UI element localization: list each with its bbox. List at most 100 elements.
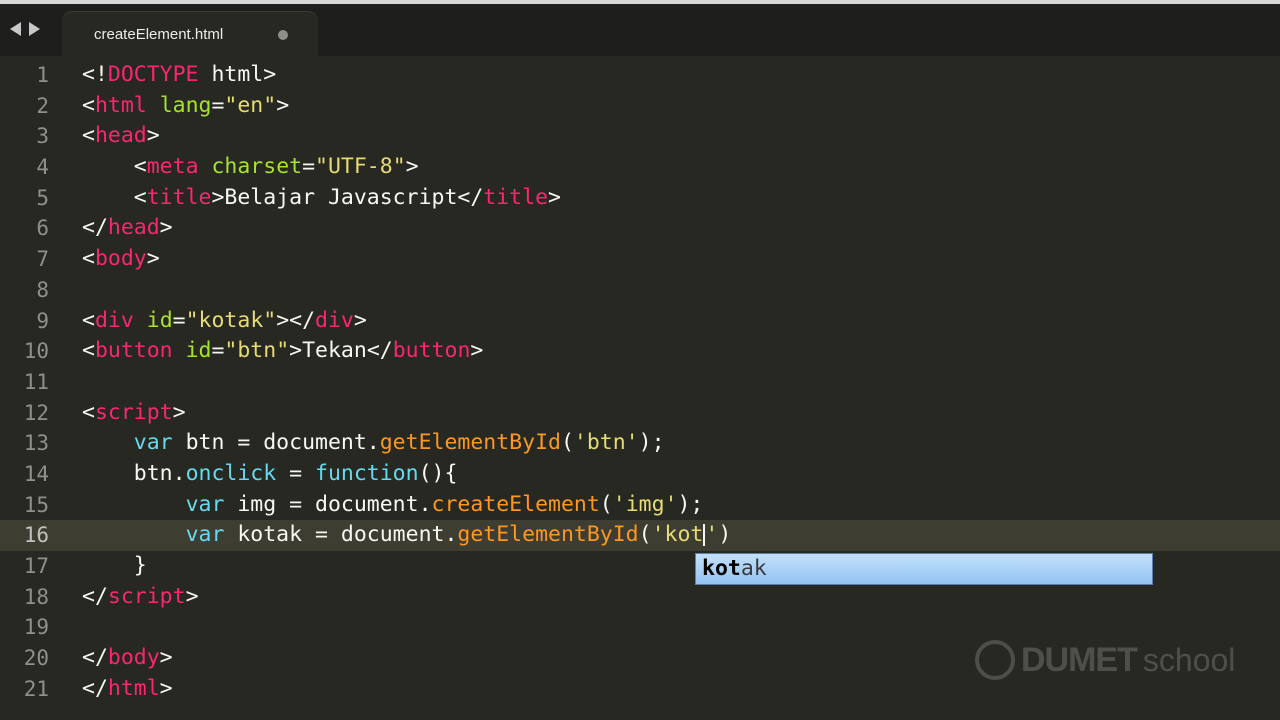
code-line[interactable]: </script> (82, 582, 1272, 613)
line-number: 5 (36, 185, 49, 210)
code-token: > (159, 645, 173, 671)
line-number: 14 (23, 461, 49, 486)
tab-navigation (10, 22, 40, 36)
code-token: 'kot (651, 522, 704, 548)
watermark-brand: DUMET (1021, 640, 1138, 679)
code-token: getElementById (457, 522, 639, 548)
code-token: = (302, 154, 316, 180)
line-number: 15 (23, 492, 49, 517)
line-number: 10 (23, 339, 49, 364)
code-line[interactable]: btn.onclick = function(){ (82, 459, 1272, 490)
code-token: ' (705, 522, 719, 548)
code-line[interactable]: <button id="btn">Tekan</button> (82, 336, 1272, 367)
code-token: kotak = document. (224, 522, 458, 548)
code-token: head (94, 123, 147, 149)
editor-window: createElement.html 1 2 3 4 5 6 7 8 9 10 11 12 13 14 15… (0, 0, 1280, 720)
code-token: <! (82, 62, 108, 87)
code-line[interactable]: <html lang="en"> (82, 91, 1272, 122)
dumet-school-watermark: DUMET school (975, 640, 1235, 680)
code-token: "UTF-8" (315, 154, 406, 180)
dumet-logo-icon (975, 640, 1015, 680)
line-number: 1 (36, 63, 49, 87)
code-token: 'btn' (573, 430, 639, 456)
code-line[interactable]: <!DOCTYPE html> (82, 60, 1272, 91)
code-token: = (211, 92, 225, 118)
line-number: 2 (36, 93, 49, 118)
code-line[interactable]: <div id="kotak"></div> (82, 306, 1272, 337)
code-line[interactable]: </head> (82, 213, 1272, 244)
code-token: 'img' (612, 491, 678, 517)
code-token: btn. (82, 460, 186, 486)
code-line[interactable]: <body> (82, 244, 1272, 275)
code-token: ></ (276, 307, 316, 333)
code-token: >Belajar Javascript</ (211, 184, 484, 210)
code-token: var (185, 522, 225, 548)
code-token: "btn" (224, 338, 290, 364)
autocomplete-completion: ak (740, 556, 767, 581)
code-token: > (146, 246, 160, 272)
code-line[interactable] (82, 367, 1272, 398)
line-number: 19 (23, 615, 49, 640)
code-line[interactable]: <head> (82, 121, 1272, 152)
code-token: function (315, 460, 419, 486)
code-token: < (82, 399, 95, 425)
code-line[interactable]: var img = document.createElement('img'); (82, 490, 1272, 521)
code-line[interactable]: var kotak = document.getElementById('kot… (82, 520, 1272, 551)
line-number: 7 (36, 247, 49, 272)
code-token: button (392, 338, 471, 364)
code-token: ( (638, 522, 652, 548)
line-number: 6 (36, 216, 49, 241)
code-token: charset (211, 154, 303, 180)
code-token: > (185, 583, 199, 609)
line-number: 16 (23, 523, 49, 548)
tab-createElement[interactable]: createElement.html (62, 12, 318, 56)
line-number: 13 (23, 431, 49, 456)
code-area[interactable]: <!DOCTYPE html> <html lang="en"> <head> <m… (82, 60, 1272, 704)
code-token: > (470, 338, 484, 364)
autocomplete-typed: kot (702, 556, 741, 581)
arrow-right-icon[interactable] (29, 22, 40, 36)
code-token: createElement (431, 491, 600, 517)
code-token: ( (599, 491, 613, 517)
code-token: DOCTYPE (107, 62, 199, 87)
code-token: ( (560, 430, 574, 456)
code-token: "en" (224, 92, 277, 118)
code-token: onclick (185, 460, 277, 486)
code-token: title (483, 184, 549, 210)
code-token: </ (82, 215, 108, 241)
code-token: > (353, 307, 367, 333)
code-token: > (172, 399, 186, 425)
code-token: getElementById (379, 430, 561, 456)
code-line[interactable] (82, 275, 1272, 306)
line-number: 4 (36, 155, 49, 180)
code-line[interactable] (82, 612, 1272, 643)
line-number: 3 (36, 124, 49, 149)
code-token: script (94, 399, 173, 425)
line-number: 8 (36, 277, 49, 302)
code-token: < (82, 123, 95, 149)
line-number-gutter: 1 2 3 4 5 6 7 8 9 10 11 12 13 14 15 16 17 18 19 20 21 (0, 60, 62, 704)
arrow-left-icon[interactable] (10, 22, 21, 36)
line-number: 20 (23, 646, 49, 671)
code-line[interactable]: var btn = document.getElementById('btn')… (82, 428, 1272, 459)
code-token: var (185, 491, 225, 517)
code-token: btn = document. (172, 430, 380, 456)
autocomplete-suggestion[interactable]: kotak (695, 553, 1153, 585)
code-token: var (133, 430, 173, 456)
code-line[interactable]: <title>Belajar Javascript</title> (82, 183, 1272, 214)
code-line[interactable]: <script> (82, 398, 1272, 429)
line-number: 17 (23, 554, 49, 578)
code-line[interactable]: <meta charset="UTF-8"> (82, 152, 1272, 183)
code-token: </ (82, 675, 108, 701)
unsaved-dot-icon[interactable] (278, 30, 288, 40)
code-token: = (211, 338, 225, 364)
code-token: ); (638, 430, 665, 456)
code-token: lang (159, 92, 212, 118)
code-token: html (107, 675, 160, 701)
code-token: "kotak" (185, 307, 277, 333)
code-token: < (82, 154, 147, 180)
code-token: id (146, 307, 173, 333)
